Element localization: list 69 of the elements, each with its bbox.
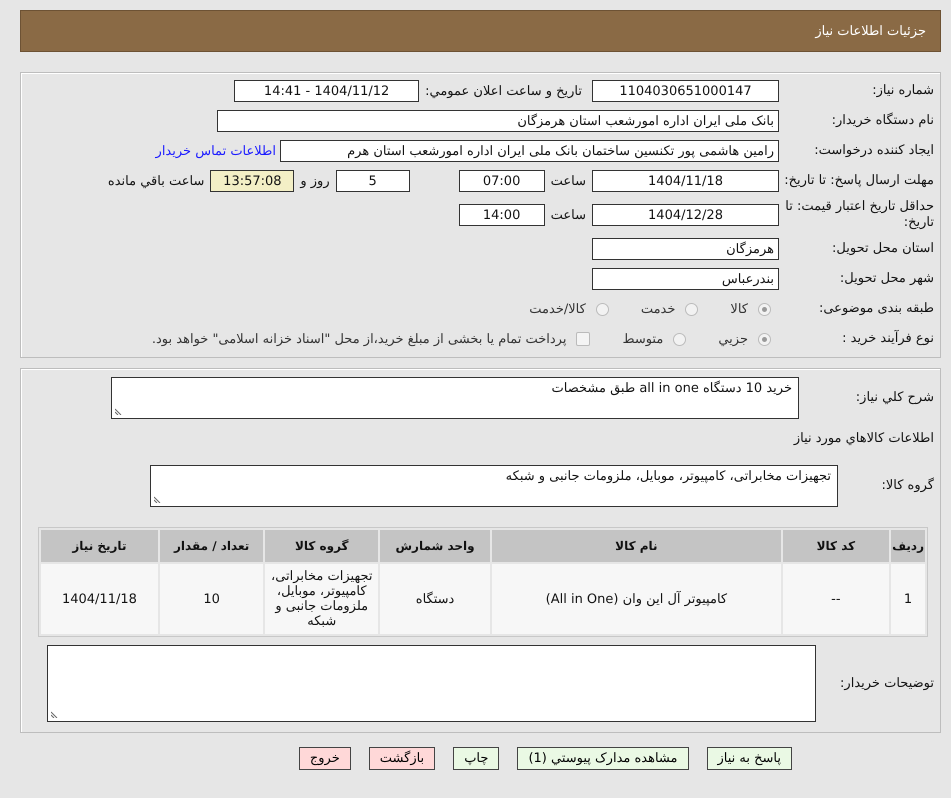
need-number-field: 1104030651000147 [592,80,779,102]
field-label: ساعت [550,174,586,188]
buyer-field: بانک ملی ایران اداره امورشعب استان هرمزگان [217,110,779,132]
validity-date-field: 1404/12/28 [592,204,779,226]
table-cell: 1 [891,564,925,634]
resize-grip-icon[interactable] [115,408,122,415]
option-label: کالا/خدمت [529,302,586,316]
radio-button[interactable] [673,332,686,346]
option-label: متوسط [622,332,664,346]
field-label: گروه کالا: [880,478,934,494]
action-button[interactable]: بازگشت [368,747,436,770]
column-header: نام کالا [492,530,781,562]
action-button[interactable]: خروج [298,747,351,770]
table-cell: تجهیزات مخابراتی، کامپیوتر، موبایل، ملزومات جانبی و شبکه [265,564,378,634]
action-button[interactable]: چاپ [453,747,500,770]
field-label: استان محل تحویل: [831,241,934,257]
option-label: جزيي [718,332,748,346]
column-header: کد کالا [782,530,890,562]
action-button[interactable]: پاسخ به نیاز [706,747,792,770]
checkbox[interactable] [576,332,590,346]
goods-group-field[interactable]: تجهیزات مخابراتی، کامپیوتر، موبایل، ملزومات جانبی و شبکه [150,465,838,507]
deadline-time-field: 07:00 [458,170,545,192]
validity-time-field: 14:00 [458,204,545,226]
column-header: ردیف [891,530,925,562]
summary-field[interactable]: خرید 10 دستگاه all in one طبق مشخصات [111,377,799,419]
city-field: بندرعباس [592,268,779,290]
column-header: تاریخ نیاز [41,530,158,562]
buyer-contact-link[interactable]: اطلاعات تماس خریدار [156,144,276,158]
page-title: جزئیات اطلاعات نیاز [815,24,926,38]
field-label: تاريخ و ساعت اعلان عمومي: [425,84,582,98]
column-header: تعداد / مقدار [160,530,264,562]
province-field: هرمزگان [592,238,779,260]
action-button[interactable]: مشاهده مدارک پیوستي (1) [517,747,688,770]
radio-button[interactable] [758,302,771,316]
checkbox-label: پرداخت تمام یا بخشی از مبلغ خرید،از محل "اسناد خزانه اسلامی" خواهد بود. [152,332,566,346]
announce-date-field: 1404/11/12 - 14:41 [234,80,420,102]
column-header: گروه کالا [265,530,378,562]
field-label: شماره نیاز: [871,83,934,99]
field-label: ساعت [550,208,586,222]
resize-grip-icon[interactable] [51,711,58,718]
field-label: طبقه بندی موضوعی: [818,301,934,317]
table-cell: دستگاه [380,564,490,634]
table-cell: کامپیوتر آل این وان (All in One) [492,564,781,634]
radio-button[interactable] [685,302,698,316]
deadline-date-field: 1404/11/18 [592,170,779,192]
field-label: توضیحات خریدار: [839,676,934,692]
field-label: شرح کلي نیاز: [854,390,934,406]
option-label: کالا [730,302,748,316]
column-header: واحد شمارش [380,530,490,562]
table-cell: 1404/11/18 [41,564,158,634]
buyer-notes-field[interactable] [47,645,816,722]
requester-field: رامین هاشمی پور تکنسین ساختمان بانک ملی ایران اداره امورشعب استان هرم [280,140,779,162]
remaining-time-field: 13:57:08 [210,170,294,192]
radio-button[interactable] [758,332,771,346]
field-label: شهر محل تحویل: [838,271,934,287]
section-title: اطلاعات کالاهاي مورد نیاز [792,431,934,447]
field-label: ساعت باقي مانده [108,174,204,188]
field-label: روز و [300,174,330,188]
field-label: نام دستگاه خریدار: [830,113,934,129]
field-label: نوع فرآیند خرید : [841,331,934,347]
resize-grip-icon[interactable] [154,496,161,503]
radio-button[interactable] [596,302,609,316]
table-cell: -- [782,564,890,634]
field-label: حداقل تاریخ اعتبار قیمت: تا تاریخ: [784,199,934,231]
table-cell: 10 [160,564,264,634]
field-label: ایجاد کننده درخواست: [813,143,934,159]
option-label: خدمت [640,302,676,316]
days-field: 5 [336,170,410,192]
field-label: مهلت ارسال پاسخ: تا تاریخ: [783,173,934,189]
